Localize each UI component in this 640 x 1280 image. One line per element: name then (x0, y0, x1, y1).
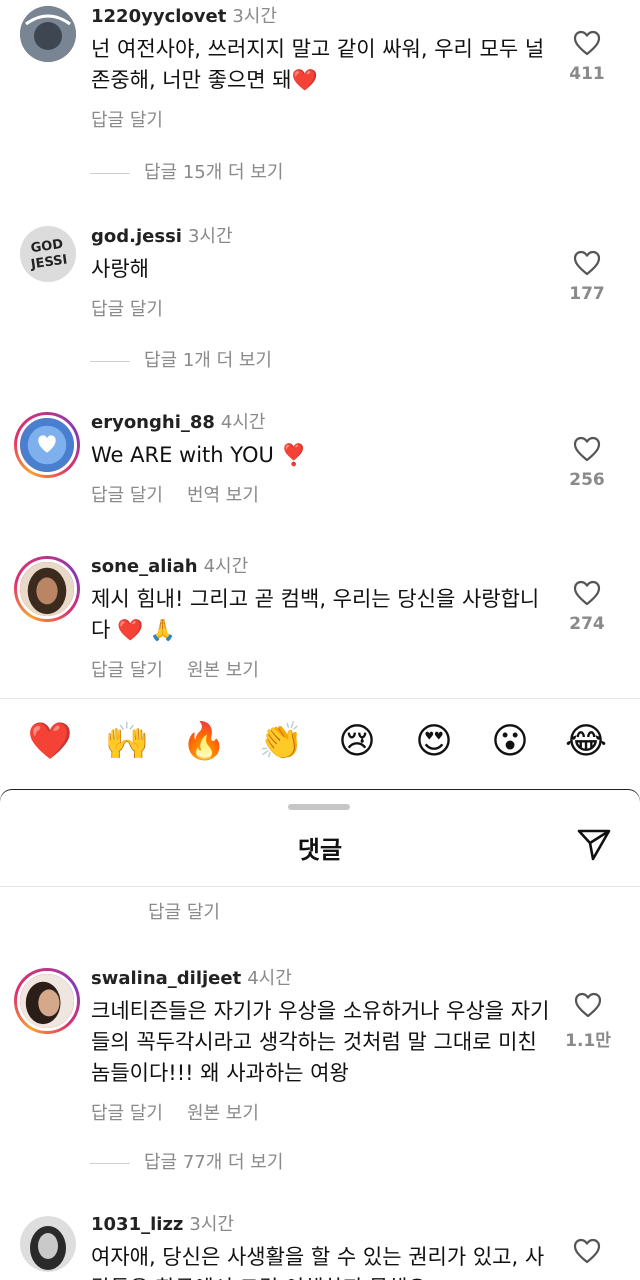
timestamp: 4시간 (203, 556, 249, 577)
more-replies-label[interactable]: 답글 77개 더 보기 (144, 1152, 283, 1173)
username[interactable]: 1031_lizz (91, 1214, 183, 1235)
heart-icon[interactable] (574, 992, 602, 1018)
avatar-image (20, 6, 76, 62)
avatar-image (20, 1216, 76, 1272)
avatar-image: GOD JESSI (20, 226, 76, 282)
like-area: 411 (562, 30, 612, 84)
reply-button[interactable]: 답글 달기 (91, 485, 163, 506)
like-area: 274 (562, 580, 612, 634)
sheet-title: 댓글 (297, 836, 343, 864)
heart-icon[interactable] (573, 1238, 601, 1264)
clap-emoji-button[interactable]: 👏 (257, 718, 305, 766)
avatar[interactable] (20, 1216, 76, 1272)
comments-sheet: 댓글 답글 달기 swalina_diljeet 4시간 크네티즌들은 자기가 우… (0, 790, 640, 1280)
username[interactable]: swalina_diljeet (91, 968, 241, 989)
translate-button[interactable]: 번역 보기 (187, 485, 259, 506)
timestamp: 4시간 (220, 412, 266, 433)
avatar[interactable] (20, 6, 76, 62)
like-area (562, 1238, 612, 1264)
heart-icon[interactable] (573, 250, 601, 276)
avatar-image (17, 559, 77, 619)
sheet-grabber[interactable] (288, 804, 350, 810)
username[interactable]: eryonghi_88 (91, 412, 215, 433)
see-original-button[interactable]: 원본 보기 (187, 1103, 259, 1124)
divider (0, 698, 640, 699)
comment-text: 제시 힘내! 그리고 곧 컴백, 우리는 당신을 사랑합니다 ❤️ 🙏 (91, 587, 540, 642)
timestamp: 3시간 (189, 1214, 234, 1235)
avatar[interactable] (14, 968, 80, 1034)
heart-icon[interactable] (573, 436, 601, 462)
heart-icon[interactable] (573, 30, 601, 56)
avatar-image (17, 971, 77, 1031)
view-more-replies[interactable]: 답글 77개 더 보기 (90, 1148, 283, 1174)
emoji-reaction-bar: ❤️ 🙌 🔥 👏 😢 😍 😮 😂 (0, 718, 640, 778)
avatar[interactable]: GOD JESSI (20, 226, 76, 282)
like-count: 256 (569, 470, 605, 490)
fire-emoji-button[interactable]: 🔥 (180, 718, 228, 766)
heart-icon[interactable] (573, 580, 601, 606)
more-replies-label[interactable]: 답글 1개 더 보기 (144, 350, 272, 371)
comment-text: 여자애, 당신은 사생활을 할 수 있는 권리가 있고, 사람들은 한국에서 그… (91, 1245, 545, 1280)
like-area: 256 (562, 436, 612, 490)
see-original-button[interactable]: 원본 보기 (187, 660, 259, 681)
view-more-replies[interactable]: 답글 15개 더 보기 (90, 158, 283, 184)
like-area: 1.1만 (558, 992, 618, 1051)
username[interactable]: god.jessi (91, 226, 182, 247)
avatar-image (17, 415, 77, 475)
comment-text: 사랑해 (91, 257, 149, 281)
timestamp: 3시간 (232, 6, 277, 27)
reply-button[interactable]: 답글 달기 (91, 660, 163, 681)
like-count: 274 (569, 614, 605, 634)
view-more-replies[interactable]: 답글 1개 더 보기 (90, 346, 272, 372)
surprised-emoji-button[interactable]: 😮 (486, 718, 534, 766)
username[interactable]: 1220yyclovet (91, 6, 226, 27)
timestamp: 3시간 (187, 226, 233, 247)
avatar[interactable] (14, 556, 80, 622)
like-count: 177 (569, 284, 605, 304)
reply-button[interactable]: 답글 달기 (91, 299, 163, 320)
like-count: 1.1만 (565, 1031, 611, 1051)
divider-line (90, 1162, 130, 1164)
divider (0, 886, 640, 887)
timestamp: 4시간 (247, 968, 292, 989)
username[interactable]: sone_aliah (91, 556, 198, 577)
comment-text: 넌 여전사야, 쓰러지지 말고 같이 싸워, 우리 모두 널 존중해, 너만 좋… (91, 37, 545, 92)
raised-hands-emoji-button[interactable]: 🙌 (103, 718, 151, 766)
divider-line (90, 172, 130, 174)
divider-line (90, 360, 130, 362)
reply-button[interactable]: 답글 달기 (148, 898, 220, 924)
more-replies-label[interactable]: 답글 15개 더 보기 (144, 162, 283, 183)
crying-emoji-button[interactable]: 😢 (333, 718, 381, 766)
like-area: 177 (562, 250, 612, 304)
laughing-emoji-button[interactable]: 😂 (562, 718, 610, 766)
like-count: 411 (569, 64, 605, 84)
comment-text: 크네티즌들은 자기가 우상을 소유하거나 우상을 자기들의 꼭두각시라고 생각하… (91, 999, 550, 1085)
avatar[interactable] (14, 412, 80, 478)
comment-text: We ARE with YOU ❣️ (91, 443, 307, 467)
reply-button[interactable]: 답글 달기 (91, 110, 163, 131)
send-icon[interactable] (576, 828, 612, 862)
reply-button[interactable]: 답글 달기 (91, 1103, 163, 1124)
heart-eyes-emoji-button[interactable]: 😍 (410, 718, 458, 766)
heart-emoji-button[interactable]: ❤️ (26, 718, 74, 766)
